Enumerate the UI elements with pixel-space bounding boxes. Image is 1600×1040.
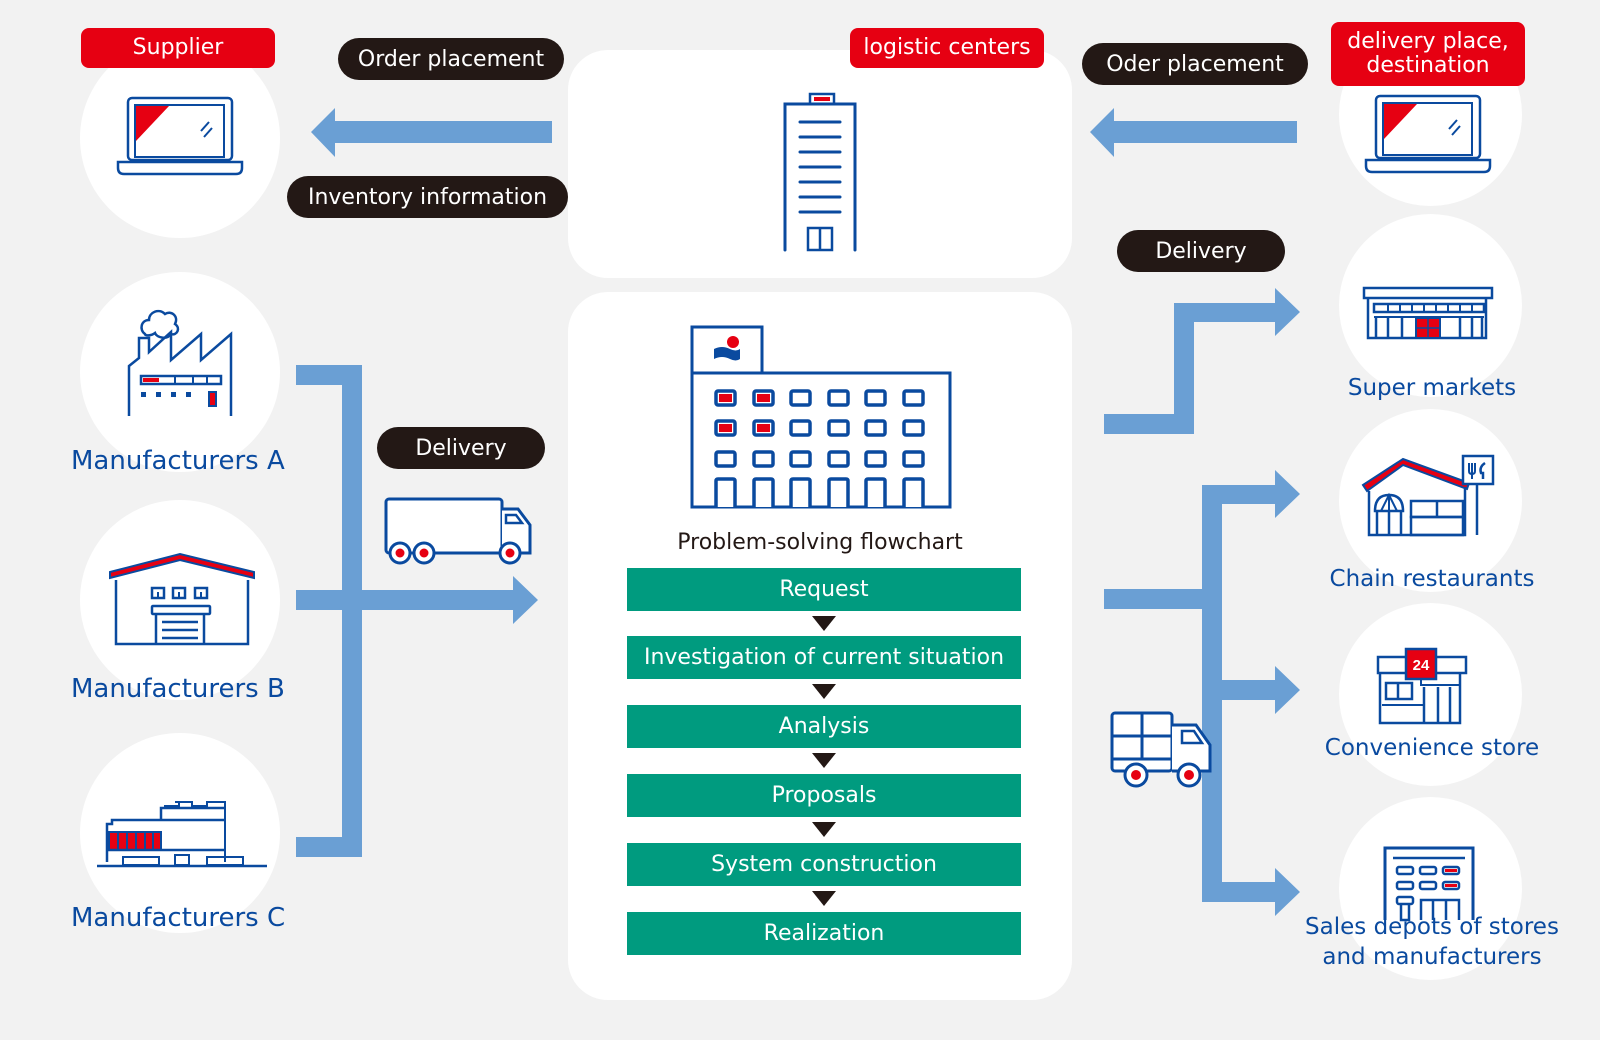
supermarket-label: Super markets <box>1347 375 1517 401</box>
destination-tag-text: delivery place, destination <box>1347 29 1509 78</box>
manufacturer-a-label: Manufacturers A <box>71 446 285 476</box>
flowchart-step-analysis: Analysis <box>627 705 1021 748</box>
box-truck-icon <box>1110 711 1212 788</box>
flowchart-step-system-construction: System construction <box>627 843 1021 886</box>
flowchart-step-request: Request <box>627 568 1021 611</box>
destination-laptop-icon <box>1364 94 1492 174</box>
supermarket-arrow-path <box>1104 288 1300 434</box>
outbound-trunk <box>1104 470 1300 916</box>
oder-placement-pill: Oder placement <box>1082 43 1308 85</box>
order-arrow-left <box>311 108 552 157</box>
order-arrow-right <box>1090 108 1297 157</box>
step-arrow-down-icon <box>812 616 836 631</box>
step-arrow-down-icon <box>812 891 836 906</box>
convenience-store-badge: 24 <box>1413 657 1430 674</box>
restaurant-icon <box>1361 454 1495 537</box>
inbound-delivery-arrow <box>296 576 538 624</box>
sales-depot-icon <box>1383 846 1475 922</box>
step-arrow-down-icon <box>812 684 836 699</box>
step-arrow-down-icon <box>812 753 836 768</box>
convenience-store-icon: 24 <box>1376 647 1468 725</box>
warehouse-icon <box>109 552 255 646</box>
office-tower-icon <box>783 92 857 252</box>
supermarket-icon <box>1362 286 1494 340</box>
logistic-centers-tag: logistic centers <box>850 28 1044 68</box>
company-building-icon <box>690 325 952 509</box>
plant-building-icon <box>97 801 267 868</box>
inbound-delivery-pill: Delivery <box>377 427 545 469</box>
truck-icon <box>384 497 532 565</box>
manufacturer-c-label: Manufacturers C <box>71 903 286 933</box>
order-placement-pill: Order placement <box>338 38 564 80</box>
sales-depot-label-line1: Sales depots of stores <box>1305 914 1559 940</box>
restaurant-label: Chain restaurants <box>1329 566 1535 592</box>
flowchart-step-realization: Realization <box>627 912 1021 955</box>
outbound-delivery-pill: Delivery <box>1117 230 1285 272</box>
supermarket-arrow <box>1104 308 1300 414</box>
step-arrow-down-icon <box>812 822 836 837</box>
convenience-store-label: Convenience store <box>1324 735 1540 761</box>
destination-tag: delivery place, destination <box>1331 22 1525 86</box>
mfr-bracket-vertical <box>342 365 362 857</box>
flowchart-step-proposals: Proposals <box>627 774 1021 817</box>
inventory-information-pill: Inventory information <box>287 176 568 218</box>
sales-depot-label: Sales depots of stores and manufacturers <box>1292 912 1572 972</box>
factory-icon <box>127 309 233 416</box>
flowchart-step-investigation: Investigation of current situation <box>627 636 1021 679</box>
flowchart-title: Problem-solving flowchart <box>677 530 963 555</box>
mfr-bracket-bottom <box>296 837 362 857</box>
manufacturer-b-label: Manufacturers B <box>71 674 285 704</box>
sales-depot-label-line2: and manufacturers <box>1322 944 1542 970</box>
supplier-laptop-icon <box>116 96 244 176</box>
supplier-tag: Supplier <box>81 28 275 68</box>
